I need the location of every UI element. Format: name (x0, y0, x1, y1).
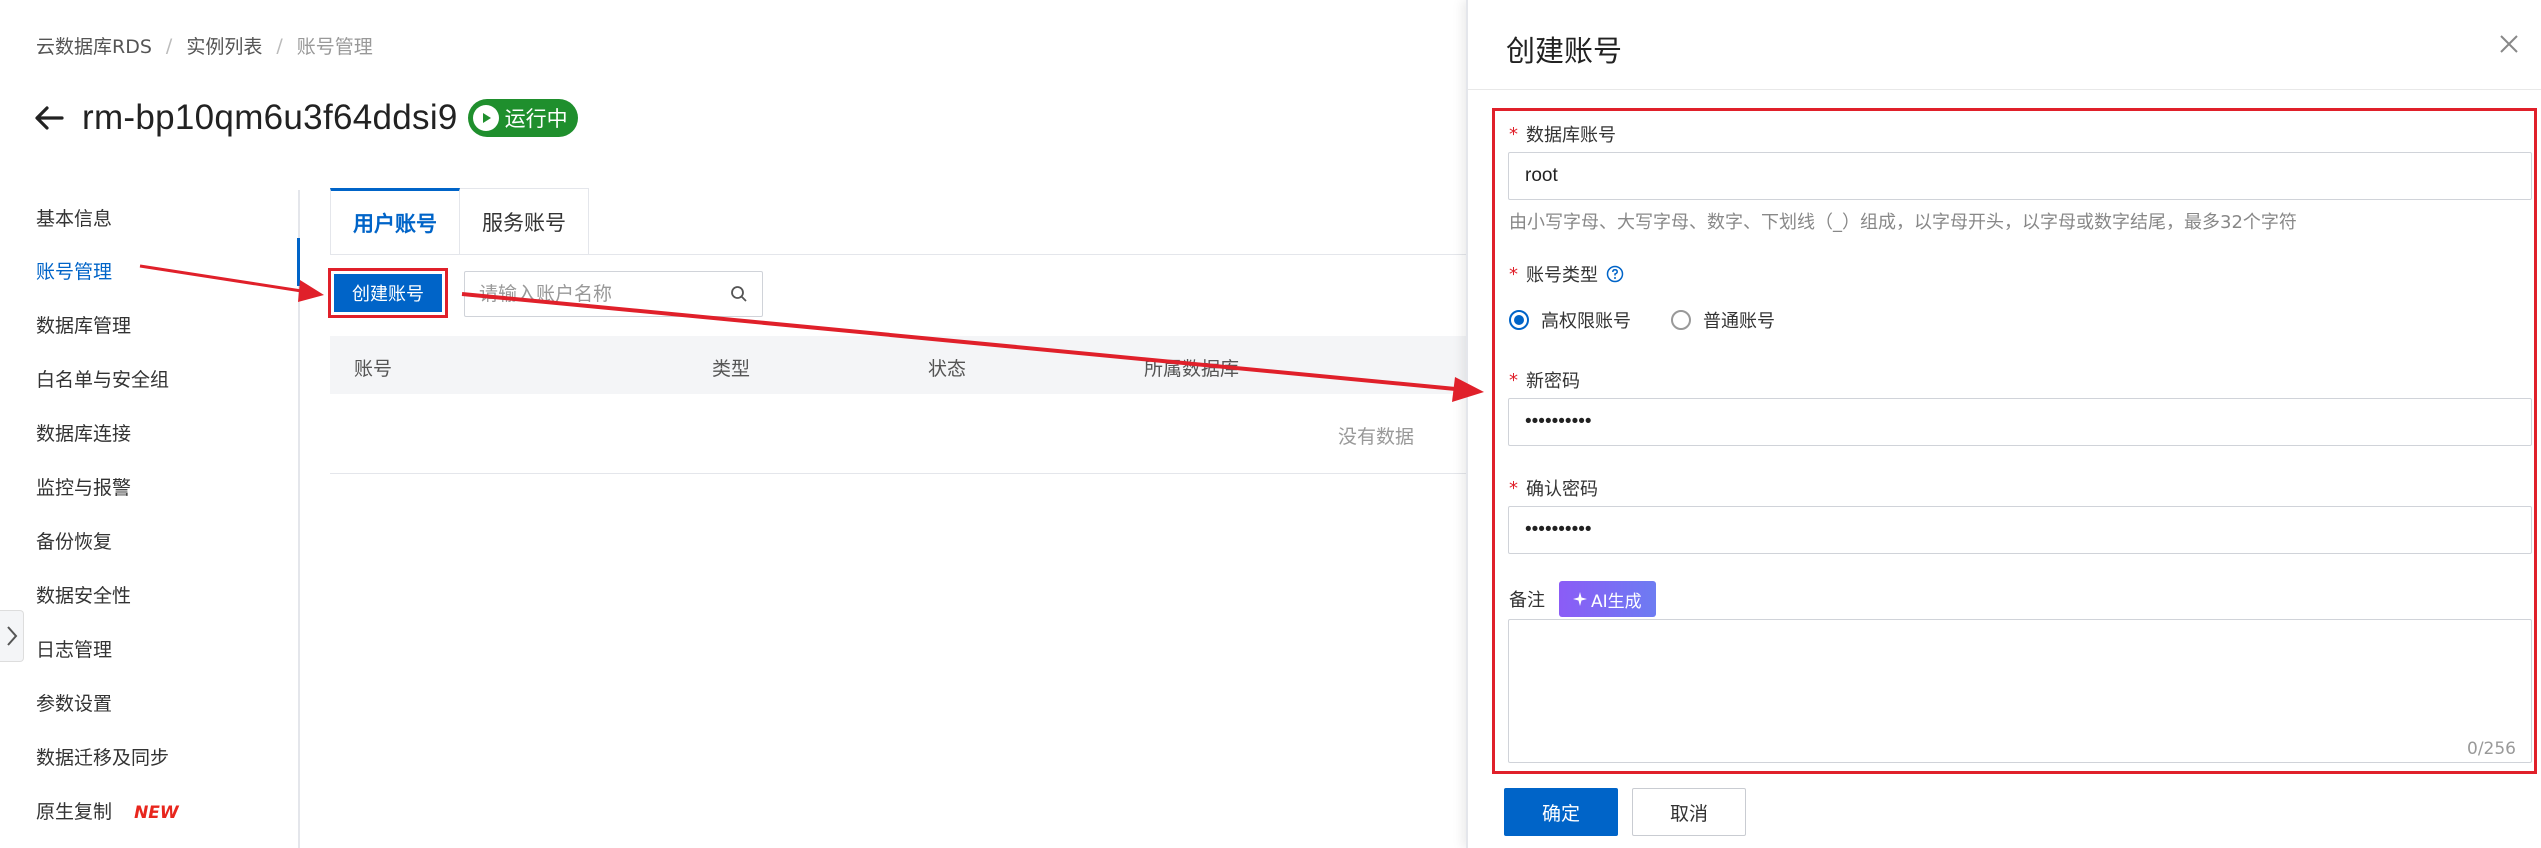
confirm-button[interactable]: 确定 (1504, 788, 1618, 836)
required-mark: * (1509, 477, 1518, 499)
breadcrumb-rds[interactable]: 云数据库RDS (36, 32, 152, 59)
create-account-drawer: 创建账号 * 数据库账号 由小写字母、大写字母、数字、下划线（_）组成，以字母开… (1466, 0, 2541, 848)
help-icon[interactable] (1606, 265, 1624, 283)
column-header-database: 所属数据库 (1144, 358, 1240, 380)
close-icon[interactable] (2497, 32, 2521, 56)
breadcrumb-separator: / (165, 34, 173, 57)
column-header-account: 账号 (354, 358, 393, 380)
radio-standard-account[interactable]: 普通账号 (1671, 307, 1775, 333)
new-password-label: * 新密码 (1509, 369, 1580, 393)
empty-text: 没有数据 (1337, 426, 1414, 448)
tab-service-accounts[interactable]: 服务账号 (460, 188, 589, 254)
sidebar-item-native-replication[interactable]: 原生复制 NEW (36, 797, 179, 824)
annotation-arrowhead (298, 280, 324, 302)
account-search-input[interactable] (479, 283, 730, 305)
sidebar-item-basic-info[interactable]: 基本信息 (36, 204, 112, 231)
tab-user-accounts[interactable]: 用户账号 (330, 188, 460, 254)
sidebar-collapse-handle[interactable] (0, 610, 24, 662)
account-search (464, 271, 763, 317)
sidebar-item-parameters[interactable]: 参数设置 (36, 689, 112, 716)
table-header: 账号 类型 状态 所属数据库 (330, 336, 1466, 394)
breadcrumb-separator: / (276, 34, 283, 57)
status-badge: 运行中 (467, 99, 578, 137)
page-title: rm-bp10qm6u3f64ddsi9 (82, 98, 458, 137)
chevron-right-icon (6, 626, 17, 646)
sidebar-item-migration[interactable]: 数据迁移及同步 (36, 743, 169, 770)
account-type-options: 高权限账号 普通账号 (1509, 307, 1815, 333)
create-button-highlight: 创建账号 (328, 268, 448, 318)
running-icon (472, 105, 499, 131)
confirm-password-input[interactable] (1508, 506, 2532, 554)
back-arrow-icon[interactable] (32, 101, 66, 135)
form-highlight: * 数据库账号 由小写字母、大写字母、数字、下划线（_）组成，以字母开头，以字母… (1492, 108, 2537, 774)
required-mark: * (1509, 263, 1518, 285)
create-account-button[interactable]: 创建账号 (334, 274, 442, 312)
sidebar-active-indicator (297, 238, 300, 286)
sidebar-item-monitoring[interactable]: 监控与报警 (36, 473, 131, 500)
sidebar-item-whitelist[interactable]: 白名单与安全组 (36, 365, 169, 392)
status-text: 运行中 (504, 107, 568, 131)
required-mark: * (1509, 123, 1518, 145)
remark-textarea[interactable] (1508, 619, 2532, 763)
account-type-label: * 账号类型 (1509, 261, 1624, 287)
required-mark: * (1509, 369, 1518, 391)
sparkle-icon (1573, 592, 1587, 606)
remark-label: 备注 AI生成 (1509, 581, 1656, 617)
sidebar-item-backup[interactable]: 备份恢复 (36, 527, 112, 554)
breadcrumb-current: 账号管理 (296, 36, 373, 58)
sidebar-item-data-security[interactable]: 数据安全性 (36, 581, 131, 608)
column-header-type: 类型 (712, 358, 751, 380)
table-empty-state: 没有数据 (330, 394, 1466, 474)
search-icon[interactable] (730, 285, 748, 303)
sidebar-item-connection[interactable]: 数据库连接 (36, 419, 131, 446)
sidebar-item-label: 原生复制 (36, 801, 113, 823)
radio-checked[interactable] (1509, 310, 1529, 330)
sidebar-item-database-management[interactable]: 数据库管理 (36, 311, 131, 338)
tabs-divider (330, 254, 1466, 255)
account-label: * 数据库账号 (1509, 123, 1616, 147)
drawer-header: 创建账号 (1468, 0, 2541, 90)
sidebar: 基本信息 账号管理 数据库管理 白名单与安全组 数据库连接 监控与报警 备份恢复… (0, 190, 300, 848)
breadcrumb: 云数据库RDS / 实例列表 / 账号管理 (36, 32, 373, 59)
radio-privileged-account[interactable]: 高权限账号 (1509, 307, 1631, 333)
cancel-button[interactable]: 取消 (1632, 788, 1746, 836)
ai-generate-button[interactable]: AI生成 (1559, 581, 1656, 617)
radio-unchecked[interactable] (1671, 310, 1691, 330)
sidebar-item-logs[interactable]: 日志管理 (36, 635, 112, 662)
new-password-input[interactable] (1508, 398, 2532, 446)
new-badge: NEW (134, 803, 179, 823)
account-name-input[interactable] (1508, 152, 2532, 200)
drawer-title: 创建账号 (1506, 34, 1623, 68)
remark-char-counter: 0/256 (2467, 739, 2516, 759)
confirm-password-label: * 确认密码 (1509, 477, 1598, 501)
column-header-status: 状态 (928, 358, 967, 380)
page-title-row: rm-bp10qm6u3f64ddsi9 运行中 (32, 96, 578, 140)
breadcrumb-instance-list[interactable]: 实例列表 (186, 32, 262, 59)
account-hint: 由小写字母、大写字母、数字、下划线（_）组成，以字母开头，以字母或数字结尾，最多… (1509, 212, 2297, 233)
sidebar-item-account-management[interactable]: 账号管理 (36, 257, 112, 284)
account-tabs: 用户账号 服务账号 (330, 188, 589, 254)
